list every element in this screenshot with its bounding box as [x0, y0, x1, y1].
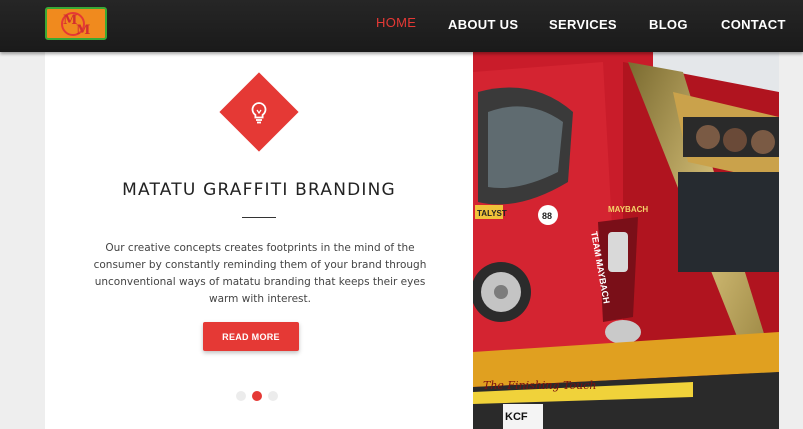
- nav-contact[interactable]: CONTACT: [721, 17, 786, 32]
- slider-dot-2[interactable]: [252, 391, 262, 401]
- nav-home[interactable]: HOME: [376, 15, 416, 30]
- logo[interactable]: M M: [45, 7, 107, 40]
- slider-dot-3[interactable]: [268, 391, 278, 401]
- nav-blog[interactable]: BLOG: [649, 17, 688, 32]
- nav-services[interactable]: SERVICES: [549, 17, 617, 32]
- read-more-button[interactable]: READ MORE: [203, 322, 299, 351]
- svg-text:TALYST: TALYST: [477, 209, 507, 218]
- svg-text:MAYBACH: MAYBACH: [608, 205, 648, 214]
- slider-dot-1[interactable]: [236, 391, 246, 401]
- matatu-photo: The Finishing Touch KCF MAYBACH TEAM MAY…: [473, 52, 779, 429]
- svg-text:88: 88: [542, 211, 552, 221]
- title-divider: [242, 217, 276, 218]
- svg-text:The Finishing Touch: The Finishing Touch: [483, 379, 597, 392]
- navbar: M M HOME ABOUT US SERVICES BLOG CONTACT: [0, 0, 803, 52]
- nav-about-us[interactable]: ABOUT US: [448, 17, 518, 32]
- svg-text:KCF: KCF: [505, 411, 528, 423]
- lightbulb-icon: [251, 102, 267, 124]
- service-description: Our creative concepts creates footprints…: [93, 242, 427, 305]
- page-title: MATATU GRAFFITI BRANDING: [122, 180, 396, 200]
